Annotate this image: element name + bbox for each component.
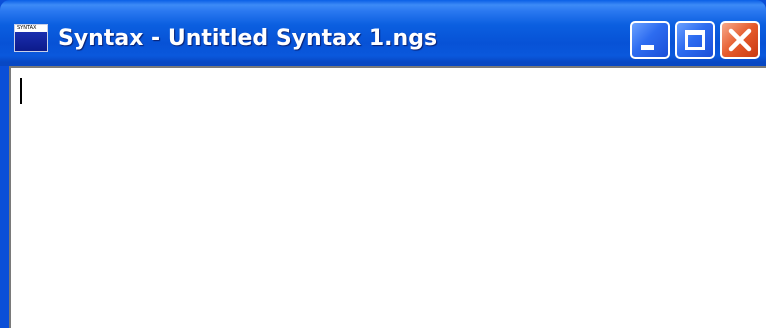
window-title: Syntax - Untitled Syntax 1.ngs xyxy=(58,26,438,51)
title-bar[interactable]: SYNTAX Syntax - Untitled Syntax 1.ngs xyxy=(0,0,766,62)
app-icon[interactable]: SYNTAX xyxy=(14,24,48,52)
maximize-icon xyxy=(685,30,705,50)
text-caret xyxy=(20,78,22,104)
close-icon xyxy=(728,28,752,52)
minimize-icon xyxy=(641,45,654,50)
maximize-button[interactable] xyxy=(675,21,715,59)
app-icon-label: SYNTAX xyxy=(17,25,37,31)
minimize-button[interactable] xyxy=(630,21,670,59)
syntax-window: SYNTAX Syntax - Untitled Syntax 1.ngs xyxy=(0,0,766,328)
syntax-editor[interactable] xyxy=(9,66,766,328)
close-button[interactable] xyxy=(720,21,760,59)
